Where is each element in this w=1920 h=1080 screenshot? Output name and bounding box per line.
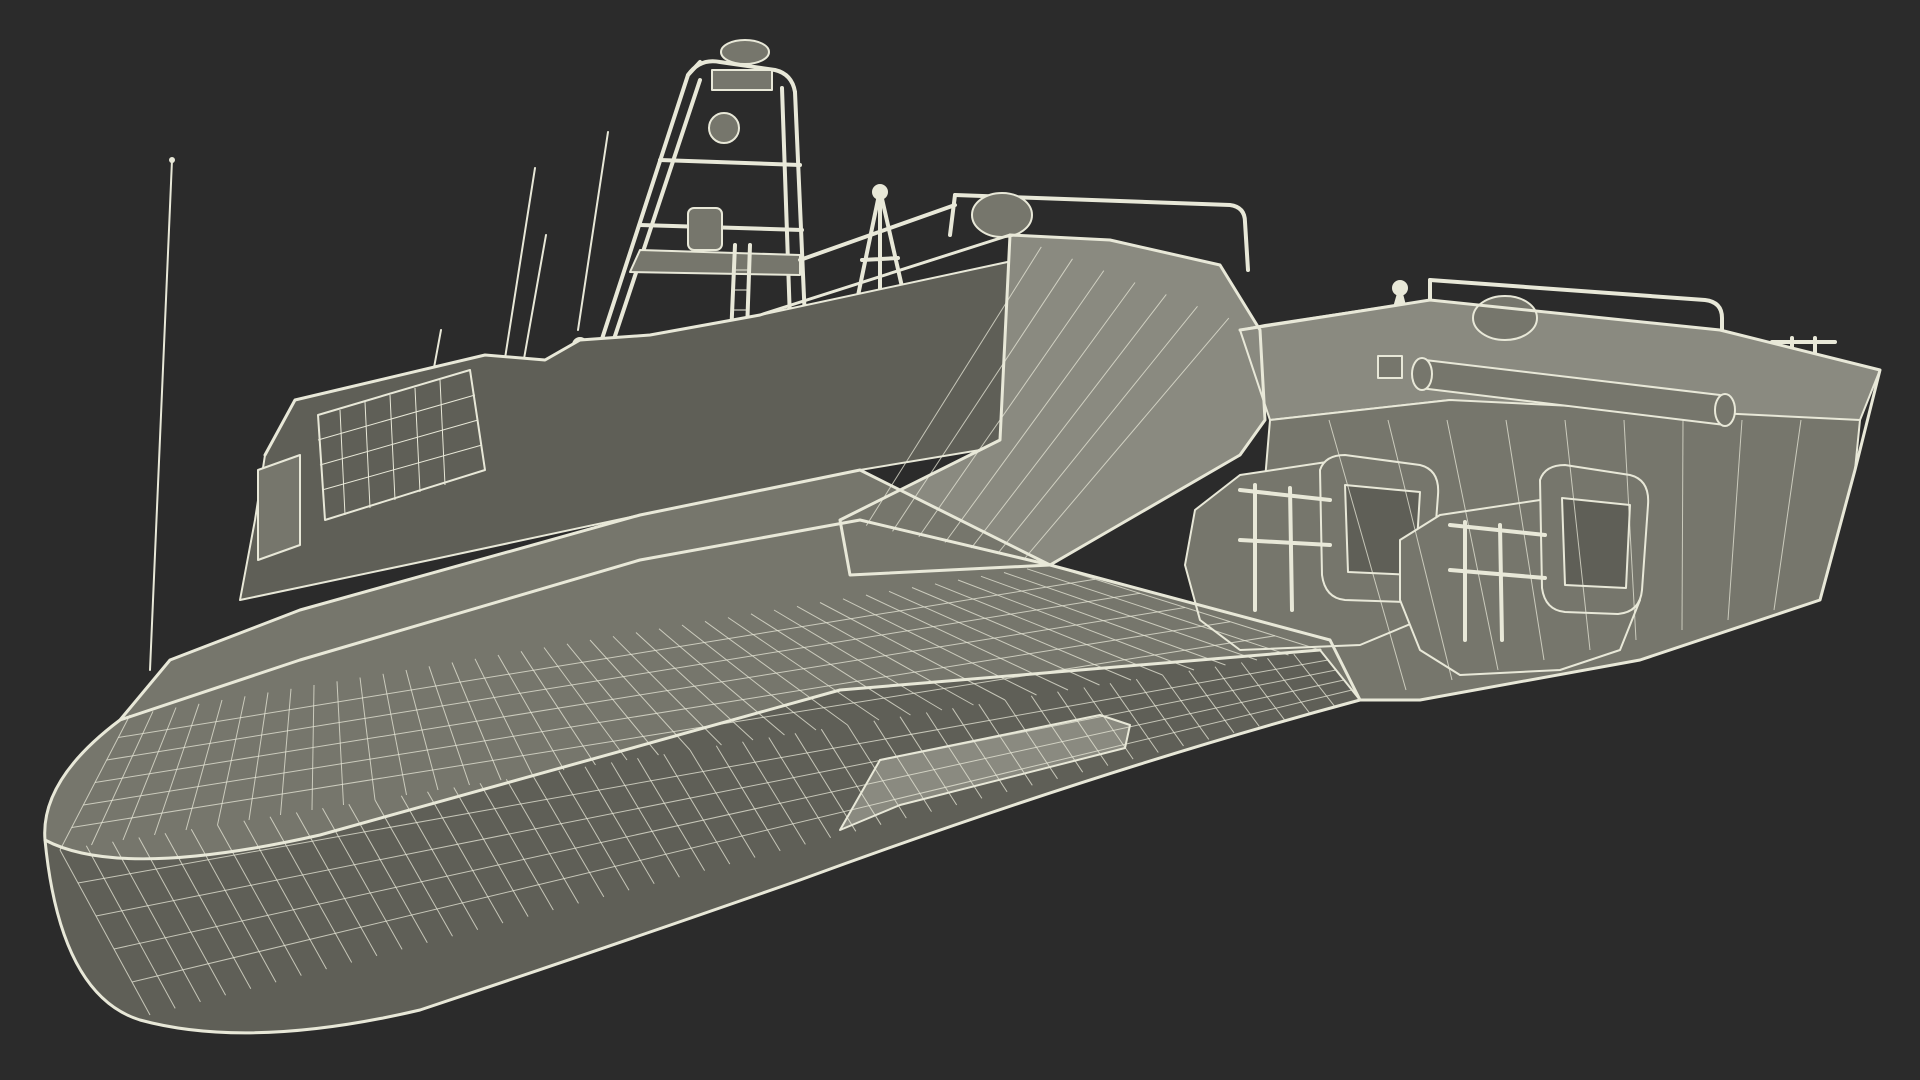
stern-control-box <box>1377 355 1403 379</box>
waterjet-opening-right <box>1561 497 1631 589</box>
cabin-window-front <box>257 454 301 561</box>
antenna-whip-1 <box>149 159 173 671</box>
render-viewport <box>0 0 1920 1080</box>
mast-platform <box>629 249 801 276</box>
antenna-whip-3 <box>521 234 547 371</box>
stern-tube-cap-right <box>1714 393 1736 427</box>
tripod-rear-head <box>1392 280 1408 296</box>
mast-crossbar-1 <box>658 158 802 167</box>
antenna-tip <box>169 157 175 163</box>
boat-wireframe-icon <box>43 39 1882 1035</box>
mast-sensor-ball <box>708 112 740 144</box>
mast-dome-radar <box>720 39 770 65</box>
mast-frame-right <box>793 90 807 322</box>
forward-railing-post <box>948 193 957 237</box>
waterjets <box>1184 454 1650 676</box>
forward-reel-drum <box>971 192 1033 238</box>
mast-frame-left <box>598 60 702 347</box>
mast-beacon <box>687 207 723 251</box>
mast-top-plate <box>711 69 773 91</box>
tripod-front-head <box>872 184 888 200</box>
mast-frame-right-inner <box>780 86 792 322</box>
mast-frame-left-inner <box>610 78 702 347</box>
stern-tube-cap-left <box>1411 357 1433 391</box>
antenna-whip-4 <box>577 131 609 331</box>
stern-reel-drum <box>1472 295 1538 341</box>
deck-rail-diagonal <box>798 203 957 262</box>
